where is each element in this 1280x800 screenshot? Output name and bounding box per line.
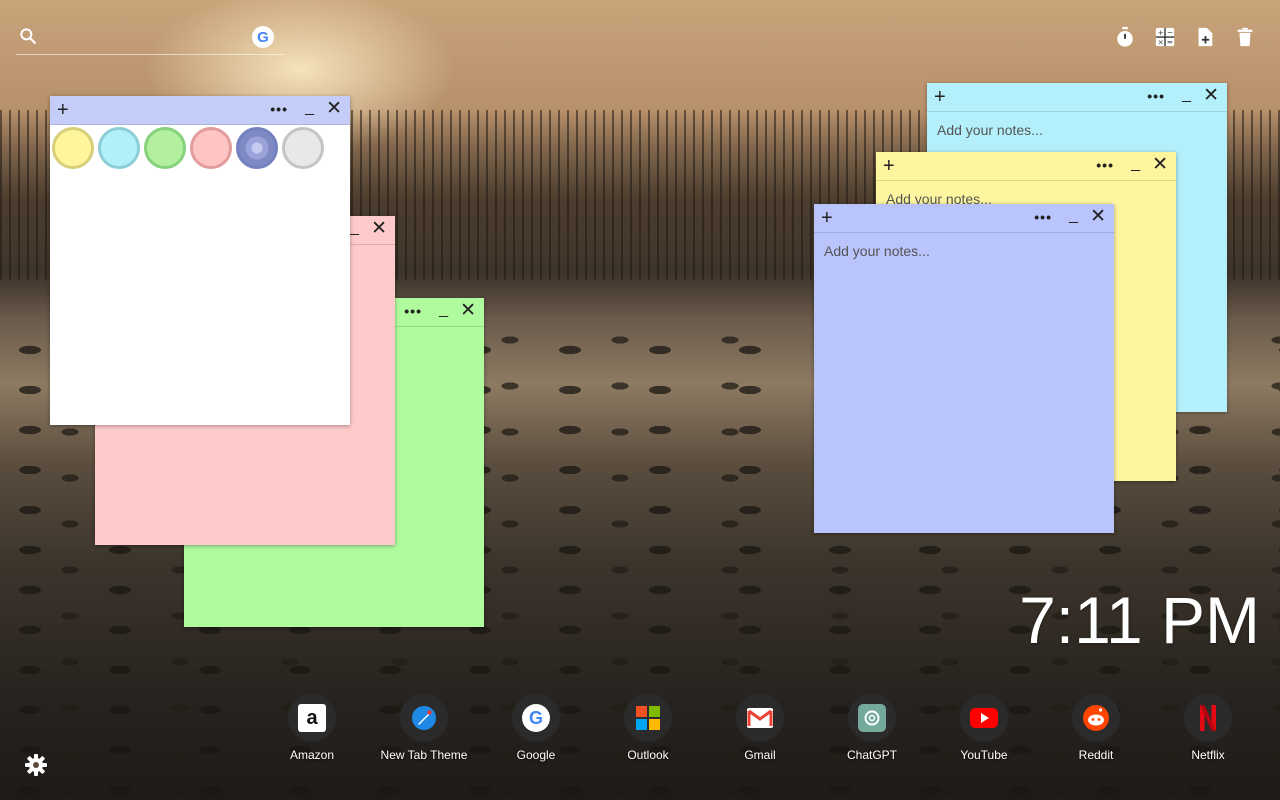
more-options-button[interactable]: •••	[1034, 206, 1052, 228]
sticky-note-white[interactable]: + ••• _ ✕	[50, 96, 350, 425]
note-header: + ••• _ ✕	[814, 204, 1114, 233]
shortcut-label: Netflix	[1191, 748, 1225, 762]
more-options-button[interactable]: •••	[404, 300, 422, 322]
shortcut-new-tab-theme[interactable]: New Tab Theme	[368, 694, 480, 762]
more-options-button[interactable]: •••	[270, 98, 288, 120]
shortcut-label: New Tab Theme	[380, 748, 468, 762]
add-note-button[interactable]: +	[57, 98, 69, 122]
calculator-icon[interactable]: + − × =	[1154, 26, 1176, 48]
note-text-area[interactable]: Add your notes...	[927, 112, 1227, 148]
shortcut-outlook[interactable]: Outlook	[592, 694, 704, 762]
sticky-note-blue[interactable]: + ••• _ ✕ Add your notes...	[814, 204, 1114, 533]
netflix-icon	[1184, 694, 1232, 742]
shortcut-youtube[interactable]: YouTube	[928, 694, 1040, 762]
amazon-icon: a	[288, 694, 336, 742]
settings-gear-icon[interactable]	[24, 753, 48, 777]
close-button[interactable]: ✕	[460, 299, 476, 323]
close-button[interactable]: ✕	[1090, 205, 1106, 229]
search-bar: G	[16, 22, 284, 55]
reddit-icon	[1072, 694, 1120, 742]
note-text-area[interactable]: Add your notes...	[814, 233, 1114, 269]
clock: 7:11 PM	[1019, 583, 1260, 657]
search-input[interactable]	[48, 24, 252, 50]
shortcut-label: Amazon	[289, 748, 335, 762]
youtube-icon	[960, 694, 1008, 742]
gmail-icon	[736, 694, 784, 742]
minimize-button[interactable]: _	[305, 96, 314, 120]
more-options-button[interactable]: •••	[1096, 154, 1114, 176]
color-swatch-yellow[interactable]	[52, 127, 94, 169]
shortcut-label: Google	[516, 748, 556, 762]
svg-text:×: ×	[1158, 37, 1164, 46]
google-icon: G	[512, 694, 560, 742]
shortcut-chatgpt[interactable]: ChatGPT	[816, 694, 928, 762]
close-button[interactable]: ✕	[326, 97, 342, 121]
toolbar: + − × =	[1114, 26, 1256, 48]
color-palette	[50, 125, 350, 169]
color-swatch-blue-selected[interactable]	[236, 127, 278, 169]
note-header: + ••• _ ✕	[50, 96, 350, 125]
new-note-icon[interactable]	[1194, 26, 1216, 48]
add-note-button[interactable]: +	[821, 206, 833, 230]
note-header: + ••• _ ✕	[927, 83, 1227, 112]
shortcut-label: Gmail	[744, 748, 776, 762]
close-button[interactable]: ✕	[1203, 84, 1219, 108]
svg-text:=: =	[1167, 37, 1173, 46]
color-swatch-pink[interactable]	[190, 127, 232, 169]
add-note-button[interactable]: +	[934, 85, 946, 109]
shortcut-dock: a Amazon New Tab Theme G Google Outlook …	[256, 694, 1264, 762]
add-note-button[interactable]: +	[883, 154, 895, 178]
minimize-button[interactable]: _	[1069, 204, 1078, 228]
chatgpt-icon	[848, 694, 896, 742]
minimize-button[interactable]: _	[1131, 152, 1140, 176]
shortcut-google[interactable]: G Google	[480, 694, 592, 762]
close-button[interactable]: ✕	[1152, 153, 1168, 177]
shortcut-label: Reddit	[1078, 748, 1114, 762]
shortcut-gmail[interactable]: Gmail	[704, 694, 816, 762]
close-button[interactable]: ✕	[371, 217, 387, 241]
color-swatch-green[interactable]	[144, 127, 186, 169]
color-swatch-gray[interactable]	[282, 127, 324, 169]
shortcut-label: ChatGPT	[846, 748, 897, 762]
trash-icon[interactable]	[1234, 26, 1256, 48]
color-swatch-cyan[interactable]	[98, 127, 140, 169]
shortcut-label: Outlook	[627, 748, 669, 762]
minimize-button[interactable]: _	[439, 298, 448, 322]
shortcut-amazon[interactable]: a Amazon	[256, 694, 368, 762]
new-tab-theme-icon	[400, 694, 448, 742]
outlook-icon	[624, 694, 672, 742]
svg-text:+: +	[1158, 28, 1164, 37]
timer-icon[interactable]	[1114, 26, 1136, 48]
more-options-button[interactable]: •••	[1147, 85, 1165, 107]
search-icon[interactable]	[18, 26, 38, 46]
note-header: + ••• _ ✕	[876, 152, 1176, 181]
svg-text:−: −	[1167, 28, 1173, 37]
shortcut-reddit[interactable]: Reddit	[1040, 694, 1152, 762]
shortcut-netflix[interactable]: Netflix	[1152, 694, 1264, 762]
minimize-button[interactable]: _	[350, 216, 359, 240]
shortcut-label: YouTube	[960, 748, 1008, 762]
minimize-button[interactable]: _	[1182, 83, 1191, 107]
google-search-icon[interactable]: G	[252, 26, 274, 48]
